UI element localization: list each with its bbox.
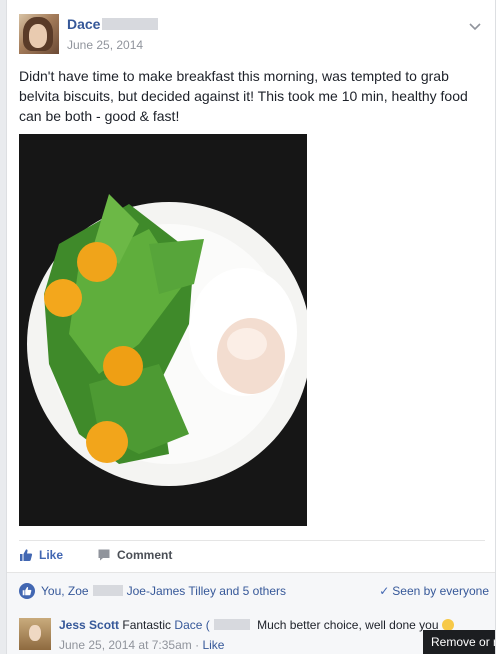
avatar-face [29, 24, 47, 48]
commenter-name[interactable]: Jess Scott [59, 618, 119, 632]
redacted-name [102, 18, 159, 30]
post-photo[interactable] [19, 134, 307, 526]
commenter-avatar-face [29, 625, 41, 641]
post-header: Dace June 25, 2014 [19, 14, 489, 56]
thumbs-up-icon [20, 549, 33, 561]
comment-timestamp[interactable]: June 25, 2014 at 7:35am [59, 638, 192, 652]
checkmark-icon: ✓ [379, 584, 390, 598]
like-label: Like [39, 548, 64, 562]
post-card: Dace June 25, 2014 Didn't have time to m… [6, 0, 496, 654]
likers-suffix[interactable]: Joe-James Tilley and 5 others [127, 584, 286, 598]
author-name-text[interactable]: Dace [67, 16, 100, 32]
author-name[interactable]: Dace [67, 16, 159, 32]
post-body-text: Didn't have time to make breakfast this … [19, 68, 468, 124]
breakfast-plate-image [19, 134, 307, 526]
likers-link[interactable]: You, Zoe Joe-James Tilley and 5 others [41, 584, 286, 598]
post-actions: Like Comment [19, 540, 485, 569]
chevron-down-icon[interactable] [469, 18, 481, 34]
redacted-tag [213, 619, 250, 630]
commenter-avatar[interactable] [19, 618, 51, 650]
comment-label: Comment [117, 548, 173, 562]
speech-bubble-icon [98, 549, 110, 561]
comment-text-after: Much better choice, well done you [257, 618, 439, 632]
comment-text-before: Fantastic [122, 618, 172, 632]
seen-label: Seen by everyone [392, 584, 489, 598]
comment-button[interactable]: Comment [97, 548, 172, 562]
like-button[interactable]: Like [19, 548, 63, 562]
like-reaction-icon [19, 583, 35, 599]
remove-tooltip: Remove or re [423, 630, 495, 654]
comment-meta: June 25, 2014 at 7:35am · Like [59, 638, 224, 652]
comment-body: Jess Scott Fantastic Dace ( Much better … [59, 618, 454, 632]
redacted-liker [92, 585, 123, 596]
seen-by-indicator[interactable]: ✓ Seen by everyone [379, 584, 489, 598]
likers-prefix[interactable]: You, Zoe [41, 584, 89, 598]
post-date[interactable]: June 25, 2014 [67, 38, 143, 52]
meta-separator: · [195, 638, 200, 652]
likes-summary: You, Zoe Joe-James Tilley and 5 others ✓ S… [7, 572, 495, 610]
comment-tagged-user[interactable]: Dace ( [174, 618, 209, 632]
author-avatar[interactable] [19, 14, 59, 54]
comment-like-link[interactable]: Like [202, 638, 224, 652]
